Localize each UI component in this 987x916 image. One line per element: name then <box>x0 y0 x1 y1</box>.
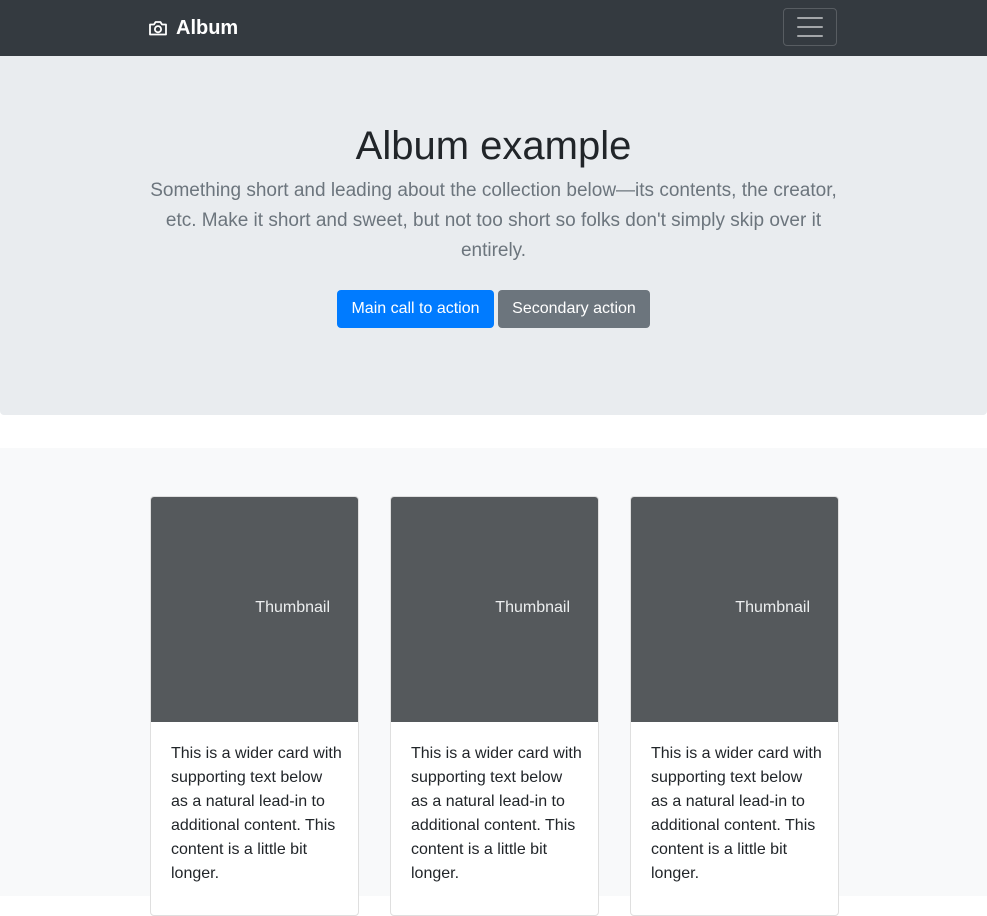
card-thumbnail: Thumbnail <box>151 497 358 722</box>
album-card: Thumbnail This is a wider card with supp… <box>390 496 599 916</box>
jumbotron: Album example Something short and leadin… <box>0 56 987 415</box>
page-title: Album example <box>355 124 632 168</box>
secondary-action-button[interactable]: Secondary action <box>498 290 650 328</box>
brand-link[interactable]: Album <box>148 14 238 42</box>
card-thumbnail: Thumbnail <box>391 497 598 722</box>
card-text: This is a wider card with supporting tex… <box>651 745 822 882</box>
thumbnail-label: Thumbnail <box>735 599 810 616</box>
card-thumbnail: Thumbnail <box>631 497 838 722</box>
thumbnail-label: Thumbnail <box>495 599 570 616</box>
jumbotron-actions: Main call to action Secondary action <box>0 290 987 328</box>
navbar: Album <box>0 0 987 56</box>
album-card: Thumbnail This is a wider card with supp… <box>150 496 359 916</box>
brand-title: Album <box>176 16 239 39</box>
card-text: This is a wider card with supporting tex… <box>171 745 342 882</box>
album-card: Thumbnail This is a wider card with supp… <box>630 496 839 916</box>
navbar-toggler-button[interactable] <box>783 8 837 46</box>
album-section: Thumbnail This is a wider card with supp… <box>0 448 987 916</box>
lead-text: Something short and leading about the co… <box>150 180 837 261</box>
thumbnail-label: Thumbnail <box>255 599 330 616</box>
main-call-to-action-button[interactable]: Main call to action <box>337 290 494 328</box>
hamburger-menu-icon <box>797 17 823 37</box>
camera-icon <box>148 19 168 37</box>
card-text: This is a wider card with supporting tex… <box>411 745 582 882</box>
